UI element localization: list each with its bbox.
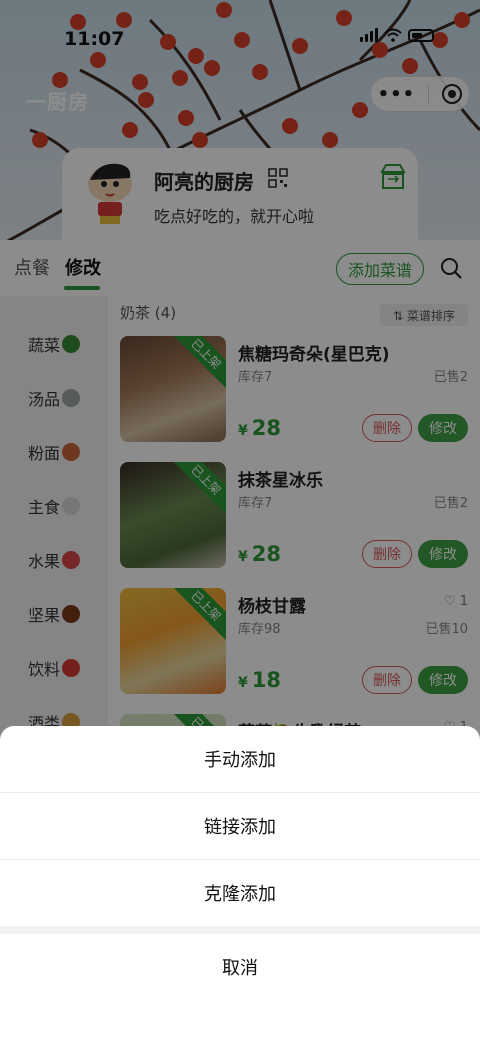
cancel-button[interactable]: 取消 xyxy=(0,934,480,1000)
sheet-gap xyxy=(0,926,480,934)
link-add-option[interactable]: 链接添加 xyxy=(0,793,480,859)
manual-add-option[interactable]: 手动添加 xyxy=(0,726,480,792)
clone-add-option[interactable]: 克隆添加 xyxy=(0,860,480,926)
action-sheet: 手动添加 链接添加 克隆添加 取消 xyxy=(0,726,480,1044)
